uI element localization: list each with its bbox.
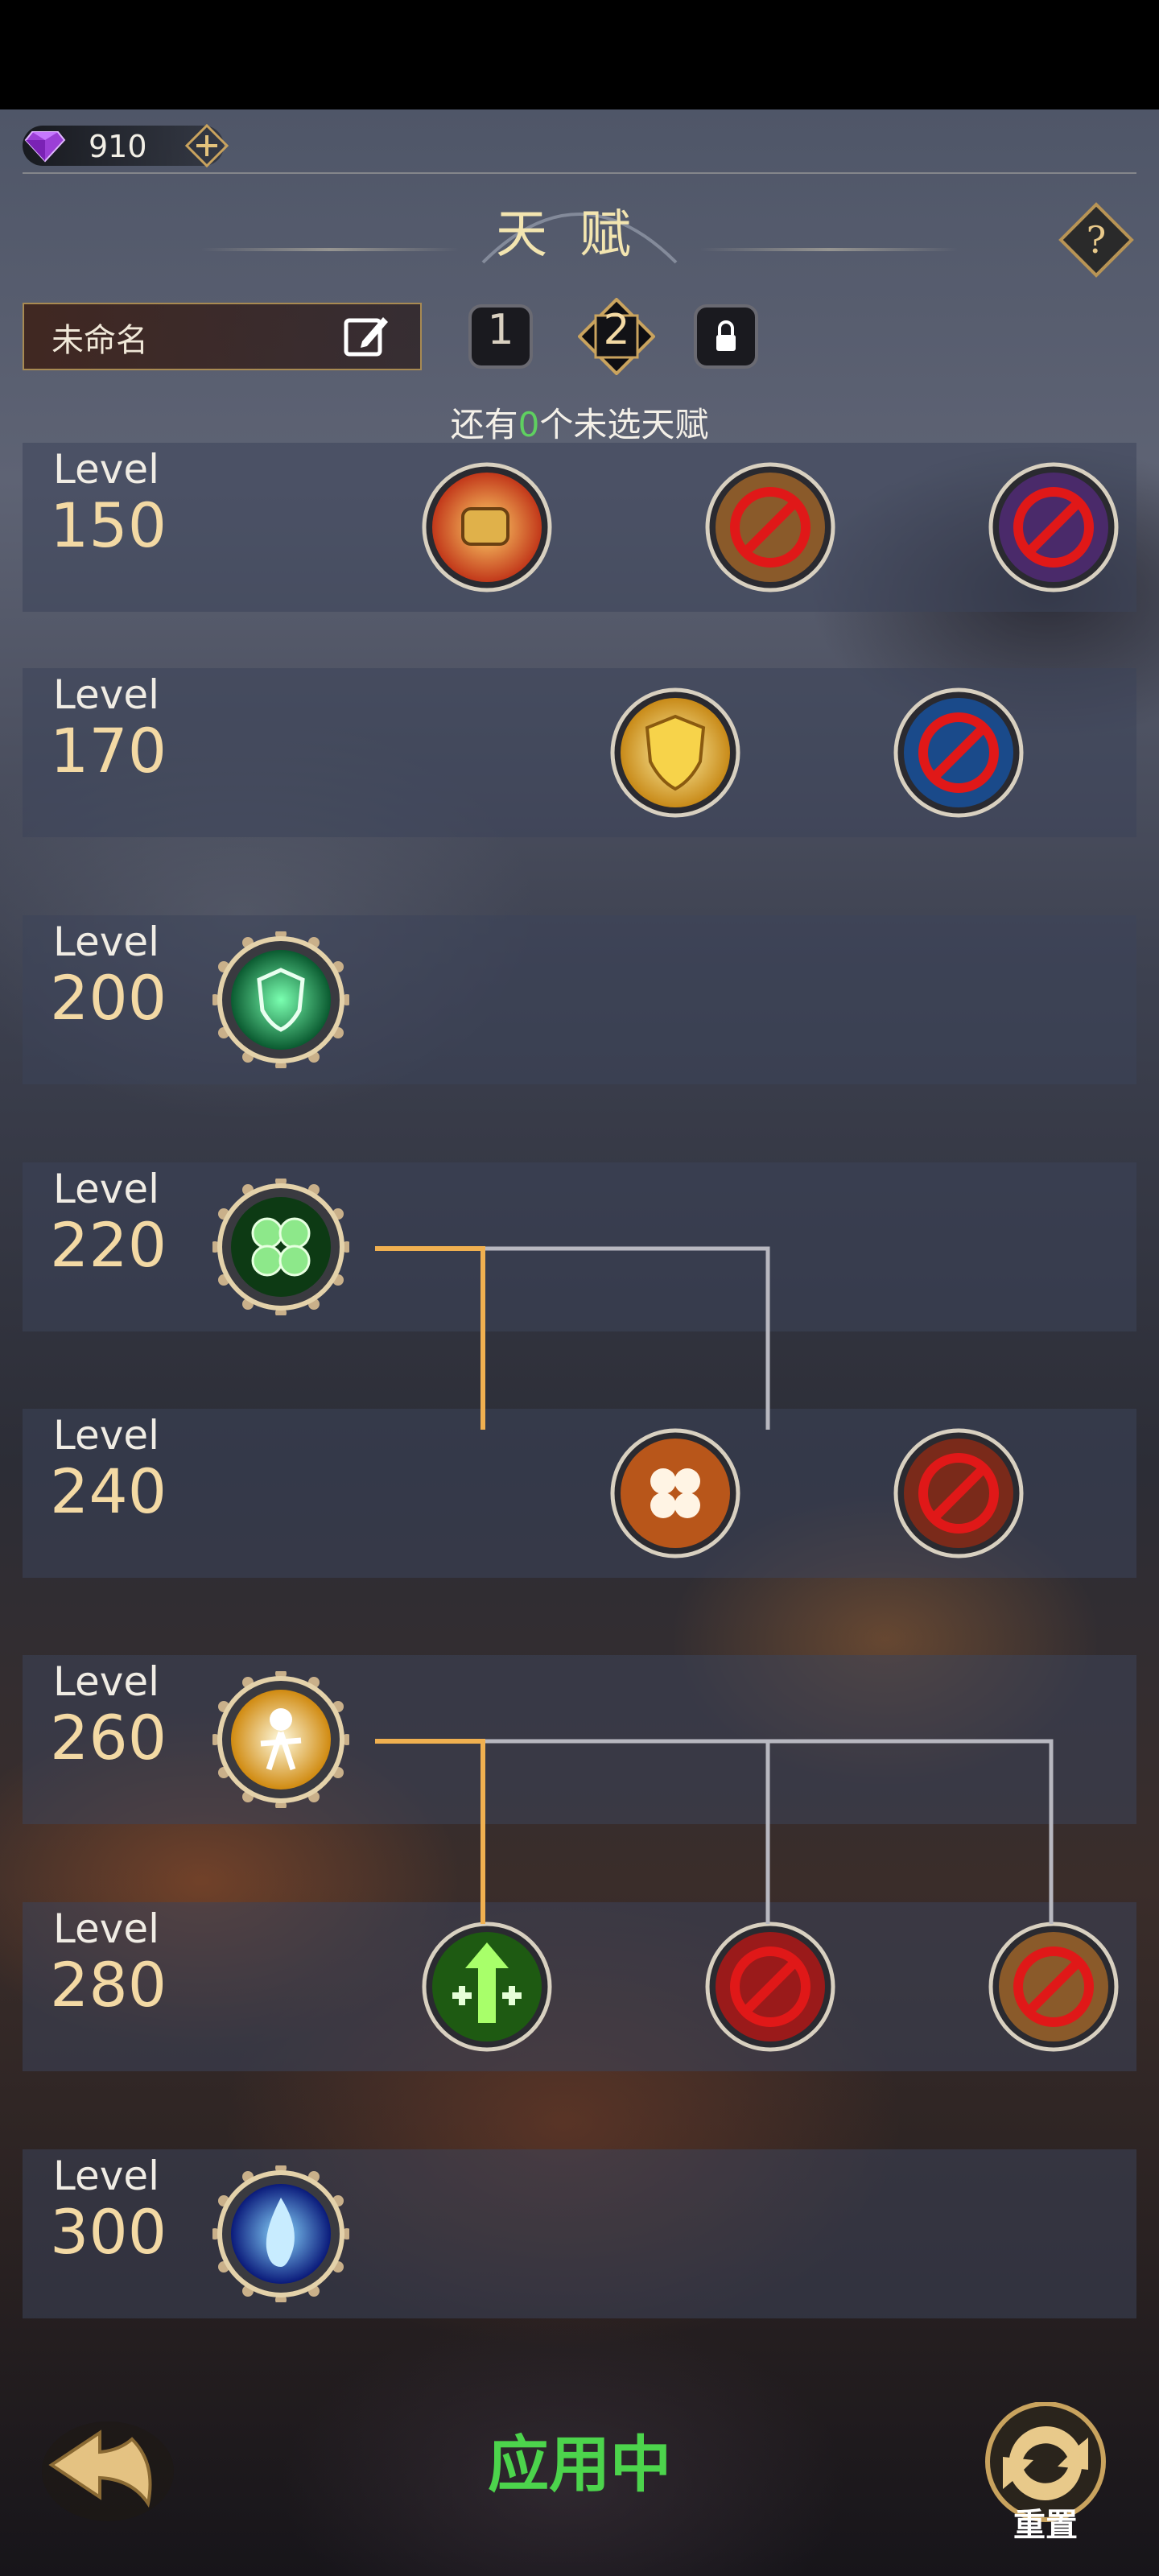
green-fist-shield-icon[interactable] bbox=[212, 931, 349, 1068]
flaming-fist-icon[interactable] bbox=[419, 459, 555, 596]
add-currency-icon[interactable] bbox=[184, 122, 230, 169]
forbidden-icon[interactable] bbox=[985, 459, 1122, 596]
talent-row-level-280 bbox=[23, 1902, 1136, 2071]
row-level-label: Level bbox=[53, 2153, 159, 2199]
forbidden-icon[interactable] bbox=[702, 459, 839, 596]
row-level-number: 150 bbox=[50, 489, 167, 561]
row-level-number: 280 bbox=[50, 1949, 167, 2021]
svg-text:?: ? bbox=[1087, 218, 1107, 262]
orange-clover-icon[interactable] bbox=[607, 1425, 744, 1562]
blue-frost-flame-icon[interactable] bbox=[212, 2165, 349, 2302]
row-level-label: Level bbox=[53, 1658, 159, 1705]
row-level-label: Level bbox=[53, 919, 159, 965]
remaining-count: 0 bbox=[518, 405, 540, 444]
page-title: 天赋 bbox=[496, 205, 663, 265]
currency-amount: 910 bbox=[89, 129, 147, 164]
status-bar bbox=[0, 0, 1159, 109]
remaining-prefix: 还有 bbox=[450, 405, 518, 444]
lock-icon[interactable] bbox=[692, 303, 760, 370]
row-level-number: 200 bbox=[50, 962, 167, 1034]
row-level-number: 240 bbox=[50, 1455, 167, 1527]
forbidden-icon[interactable] bbox=[890, 684, 1027, 821]
reset-label: 重置 bbox=[1013, 2507, 1078, 2544]
row-level-number: 170 bbox=[50, 715, 167, 786]
radiant-figure-icon[interactable] bbox=[212, 1671, 349, 1808]
green-arrow-heal-icon[interactable] bbox=[419, 1918, 555, 2055]
talent-row-level-150 bbox=[23, 443, 1136, 612]
build-slot-2-label: 2 bbox=[603, 306, 630, 354]
talent-row-level-260 bbox=[23, 1655, 1136, 1824]
talent-row-level-220 bbox=[23, 1162, 1136, 1331]
row-level-number: 260 bbox=[50, 1702, 167, 1773]
row-level-number: 300 bbox=[50, 2196, 167, 2268]
talent-row-level-300 bbox=[23, 2149, 1136, 2318]
build-name-text: 未命名 bbox=[52, 322, 148, 359]
row-level-label: Level bbox=[53, 1166, 159, 1212]
help-button[interactable]: ? bbox=[1058, 201, 1135, 279]
row-level-number: 220 bbox=[50, 1209, 167, 1281]
row-level-label: Level bbox=[53, 1412, 159, 1459]
golden-shield-icon[interactable] bbox=[607, 684, 744, 821]
four-leaf-clover-icon[interactable] bbox=[212, 1179, 349, 1315]
forbidden-icon[interactable] bbox=[702, 1918, 839, 2055]
edit-icon[interactable] bbox=[341, 311, 391, 361]
remaining-talents-text: 还有0个未选天赋 bbox=[0, 398, 1159, 447]
forbidden-icon[interactable] bbox=[890, 1425, 1027, 1562]
row-level-label: Level bbox=[53, 446, 159, 493]
remaining-suffix: 个未选天赋 bbox=[539, 405, 709, 444]
row-level-label: Level bbox=[53, 1905, 159, 1952]
header-divider bbox=[23, 172, 1136, 174]
talent-row-level-200 bbox=[23, 915, 1136, 1084]
forbidden-icon[interactable] bbox=[985, 1918, 1122, 2055]
row-level-label: Level bbox=[53, 671, 159, 718]
purple-gem-icon bbox=[24, 131, 66, 163]
build-slot-1-label: 1 bbox=[487, 306, 514, 354]
